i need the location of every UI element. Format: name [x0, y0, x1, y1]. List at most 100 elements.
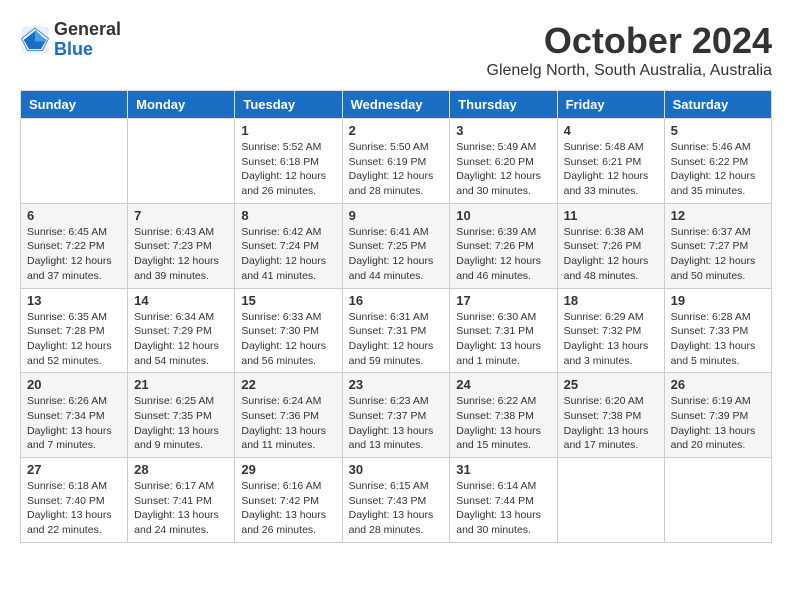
calendar-cell: 23Sunrise: 6:23 AM Sunset: 7:37 PM Dayli…: [342, 373, 450, 458]
day-number: 29: [241, 462, 335, 477]
day-detail: Sunrise: 6:45 AM Sunset: 7:22 PM Dayligh…: [27, 225, 121, 284]
calendar-week-row: 20Sunrise: 6:26 AM Sunset: 7:34 PM Dayli…: [21, 373, 772, 458]
weekday-header-monday: Monday: [128, 91, 235, 119]
calendar-cell: 29Sunrise: 6:16 AM Sunset: 7:42 PM Dayli…: [235, 458, 342, 543]
weekday-header-friday: Friday: [557, 91, 664, 119]
calendar-cell: 7 Sunrise: 6:43 AM Sunset: 7:23 PM Daylig…: [128, 203, 235, 288]
day-detail: Sunrise: 6:20 AM Sunset: 7:38 PM Dayligh…: [564, 394, 658, 453]
day-detail: Sunrise: 6:29 AM Sunset: 7:32 PM Dayligh…: [564, 310, 658, 369]
calendar-cell: 16 Sunrise: 6:31 AM Sunset: 7:31 PM Dayli…: [342, 288, 450, 373]
day-number: 18: [564, 293, 658, 308]
day-number: 6: [27, 208, 121, 223]
day-detail: Sunrise: 6:17 AM Sunset: 7:41 PM Dayligh…: [134, 479, 228, 538]
day-number: 14: [134, 293, 228, 308]
calendar-cell: 5 Sunrise: 5:46 AM Sunset: 6:22 PM Daylig…: [664, 119, 771, 204]
logo-icon: [20, 25, 50, 55]
day-number: 15: [241, 293, 335, 308]
weekday-header-sunday: Sunday: [21, 91, 128, 119]
day-number: 8: [241, 208, 335, 223]
day-number: 21: [134, 377, 228, 392]
day-number: 25: [564, 377, 658, 392]
day-detail: Sunrise: 6:19 AM Sunset: 7:39 PM Dayligh…: [671, 394, 765, 453]
day-detail: Sunrise: 6:25 AM Sunset: 7:35 PM Dayligh…: [134, 394, 228, 453]
day-detail: Sunrise: 6:33 AM Sunset: 7:30 PM Dayligh…: [241, 310, 335, 369]
logo-line2: Blue: [54, 40, 121, 60]
month-title: October 2024: [487, 20, 773, 62]
day-number: 26: [671, 377, 765, 392]
day-detail: Sunrise: 6:34 AM Sunset: 7:29 PM Dayligh…: [134, 310, 228, 369]
day-number: 22: [241, 377, 335, 392]
calendar-cell: 25 Sunrise: 6:20 AM Sunset: 7:38 PM Dayli…: [557, 373, 664, 458]
day-number: 11: [564, 208, 658, 223]
calendar-week-row: 27 Sunrise: 6:18 AM Sunset: 7:40 PM Dayli…: [21, 458, 772, 543]
day-number: 9: [349, 208, 444, 223]
weekday-header-row: SundayMondayTuesdayWednesdayThursdayFrid…: [21, 91, 772, 119]
day-number: 31: [456, 462, 550, 477]
weekday-header-thursday: Thursday: [450, 91, 557, 119]
location-title: Glenelg North, South Australia, Australi…: [487, 62, 773, 80]
day-detail: Sunrise: 6:15 AM Sunset: 7:43 PM Dayligh…: [349, 479, 444, 538]
calendar-cell: 6 Sunrise: 6:45 AM Sunset: 7:22 PM Daylig…: [21, 203, 128, 288]
day-number: 1: [241, 123, 335, 138]
day-detail: Sunrise: 6:31 AM Sunset: 7:31 PM Dayligh…: [349, 310, 444, 369]
calendar-week-row: 6 Sunrise: 6:45 AM Sunset: 7:22 PM Daylig…: [21, 203, 772, 288]
weekday-header-saturday: Saturday: [664, 91, 771, 119]
calendar-cell: 4 Sunrise: 5:48 AM Sunset: 6:21 PM Daylig…: [557, 119, 664, 204]
day-number: 10: [456, 208, 550, 223]
day-number: 24: [456, 377, 550, 392]
calendar-cell: 11Sunrise: 6:38 AM Sunset: 7:26 PM Dayli…: [557, 203, 664, 288]
day-number: 16: [349, 293, 444, 308]
day-detail: Sunrise: 6:26 AM Sunset: 7:34 PM Dayligh…: [27, 394, 121, 453]
day-detail: Sunrise: 6:18 AM Sunset: 7:40 PM Dayligh…: [27, 479, 121, 538]
day-detail: Sunrise: 6:43 AM Sunset: 7:23 PM Dayligh…: [134, 225, 228, 284]
calendar-cell: 13 Sunrise: 6:35 AM Sunset: 7:28 PM Dayli…: [21, 288, 128, 373]
page-header: General Blue October 2024 Glenelg North,…: [20, 20, 772, 80]
calendar-cell: 9 Sunrise: 6:41 AM Sunset: 7:25 PM Daylig…: [342, 203, 450, 288]
day-detail: Sunrise: 5:46 AM Sunset: 6:22 PM Dayligh…: [671, 140, 765, 199]
calendar-cell: [128, 119, 235, 204]
day-detail: Sunrise: 5:50 AM Sunset: 6:19 PM Dayligh…: [349, 140, 444, 199]
calendar-table: SundayMondayTuesdayWednesdayThursdayFrid…: [20, 90, 772, 543]
calendar-cell: 20Sunrise: 6:26 AM Sunset: 7:34 PM Dayli…: [21, 373, 128, 458]
calendar-cell: 28 Sunrise: 6:17 AM Sunset: 7:41 PM Dayli…: [128, 458, 235, 543]
day-number: 17: [456, 293, 550, 308]
calendar-cell: 26 Sunrise: 6:19 AM Sunset: 7:39 PM Dayli…: [664, 373, 771, 458]
calendar-cell: [557, 458, 664, 543]
calendar-cell: 3Sunrise: 5:49 AM Sunset: 6:20 PM Daylig…: [450, 119, 557, 204]
calendar-cell: 31 Sunrise: 6:14 AM Sunset: 7:44 PM Dayli…: [450, 458, 557, 543]
calendar-cell: 18 Sunrise: 6:29 AM Sunset: 7:32 PM Dayli…: [557, 288, 664, 373]
day-number: 27: [27, 462, 121, 477]
day-detail: Sunrise: 6:22 AM Sunset: 7:38 PM Dayligh…: [456, 394, 550, 453]
day-number: 3: [456, 123, 550, 138]
title-block: October 2024 Glenelg North, South Austra…: [487, 20, 773, 80]
logo-line1: General: [54, 20, 121, 40]
day-detail: Sunrise: 6:35 AM Sunset: 7:28 PM Dayligh…: [27, 310, 121, 369]
day-detail: Sunrise: 6:39 AM Sunset: 7:26 PM Dayligh…: [456, 225, 550, 284]
calendar-cell: 14 Sunrise: 6:34 AM Sunset: 7:29 PM Dayli…: [128, 288, 235, 373]
calendar-cell: 24 Sunrise: 6:22 AM Sunset: 7:38 PM Dayli…: [450, 373, 557, 458]
weekday-header-tuesday: Tuesday: [235, 91, 342, 119]
weekday-header-wednesday: Wednesday: [342, 91, 450, 119]
day-number: 5: [671, 123, 765, 138]
calendar-cell: 15 Sunrise: 6:33 AM Sunset: 7:30 PM Dayli…: [235, 288, 342, 373]
calendar-cell: 12Sunrise: 6:37 AM Sunset: 7:27 PM Dayli…: [664, 203, 771, 288]
day-detail: Sunrise: 6:41 AM Sunset: 7:25 PM Dayligh…: [349, 225, 444, 284]
day-detail: Sunrise: 6:14 AM Sunset: 7:44 PM Dayligh…: [456, 479, 550, 538]
calendar-cell: 22Sunrise: 6:24 AM Sunset: 7:36 PM Dayli…: [235, 373, 342, 458]
calendar-cell: 1 Sunrise: 5:52 AM Sunset: 6:18 PM Daylig…: [235, 119, 342, 204]
calendar-cell: 10 Sunrise: 6:39 AM Sunset: 7:26 PM Dayli…: [450, 203, 557, 288]
day-number: 23: [349, 377, 444, 392]
day-detail: Sunrise: 5:48 AM Sunset: 6:21 PM Dayligh…: [564, 140, 658, 199]
day-detail: Sunrise: 5:52 AM Sunset: 6:18 PM Dayligh…: [241, 140, 335, 199]
calendar-cell: 30 Sunrise: 6:15 AM Sunset: 7:43 PM Dayli…: [342, 458, 450, 543]
logo-text: General Blue: [54, 20, 121, 60]
day-number: 28: [134, 462, 228, 477]
day-detail: Sunrise: 6:42 AM Sunset: 7:24 PM Dayligh…: [241, 225, 335, 284]
day-number: 19: [671, 293, 765, 308]
day-number: 30: [349, 462, 444, 477]
day-number: 7: [134, 208, 228, 223]
day-number: 13: [27, 293, 121, 308]
day-number: 4: [564, 123, 658, 138]
calendar-cell: 21 Sunrise: 6:25 AM Sunset: 7:35 PM Dayli…: [128, 373, 235, 458]
day-detail: Sunrise: 6:37 AM Sunset: 7:27 PM Dayligh…: [671, 225, 765, 284]
